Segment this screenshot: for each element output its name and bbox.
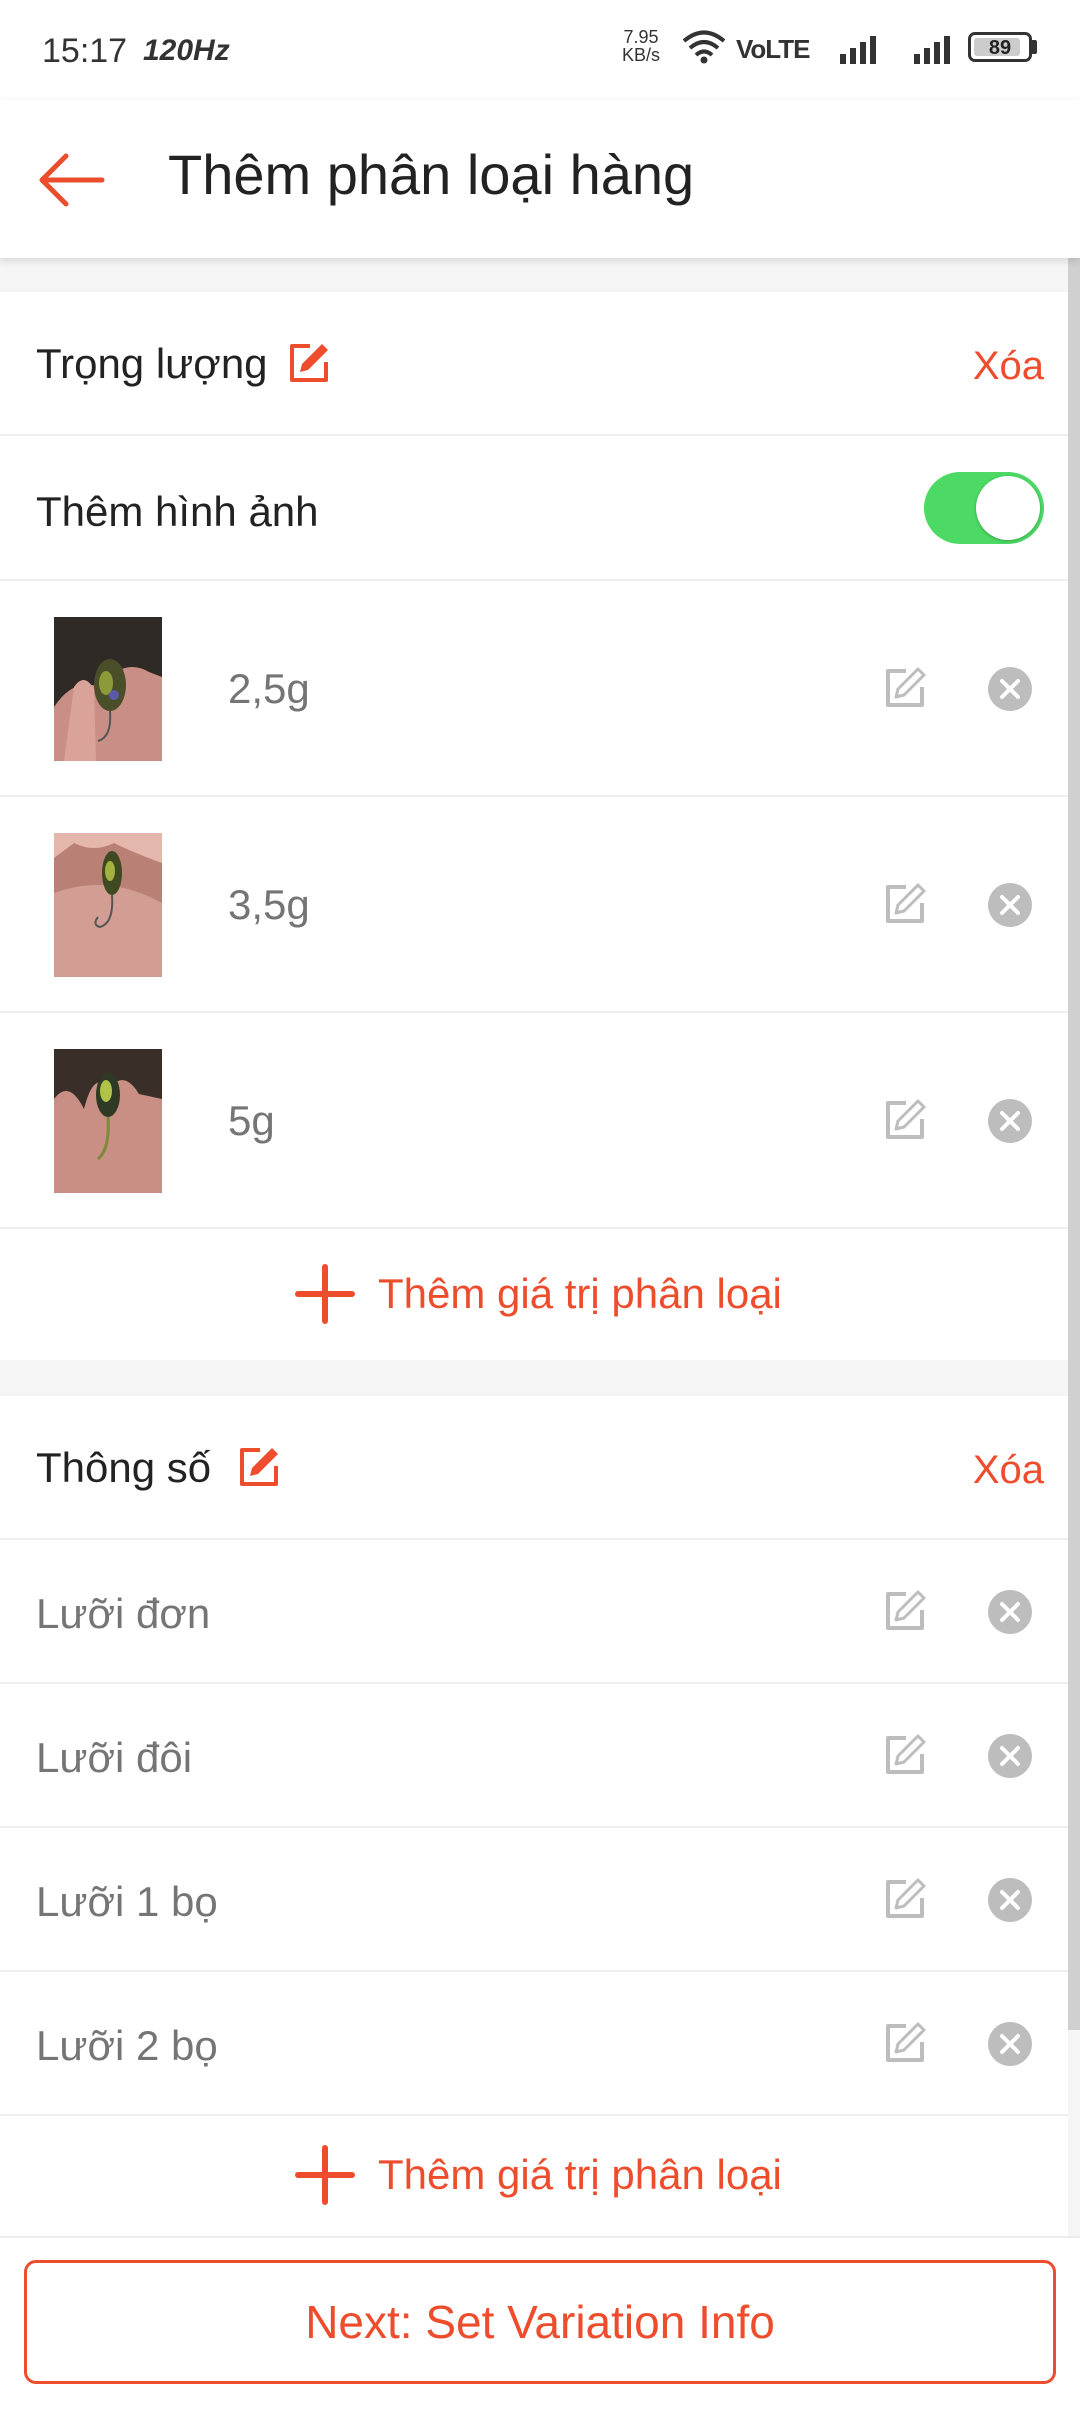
edit-icon[interactable]: [286, 340, 332, 386]
footer: Next: Set Variation Info: [0, 2236, 1080, 2410]
variation-section-weight: Trọng lượng Xóa Thêm hình ảnh 2,5g 3,5g …: [0, 292, 1068, 1360]
option-value: 2,5g: [228, 665, 310, 712]
delete-variation-link[interactable]: Xóa: [973, 1448, 1044, 1493]
battery-tip: [1032, 40, 1037, 54]
option-value: 5g: [228, 1097, 275, 1144]
option-row: Lưỡi đơn: [0, 1540, 1068, 1684]
battery-icon: 89: [968, 32, 1032, 62]
edit-icon[interactable]: [882, 1588, 928, 1634]
add-image-toggle[interactable]: [924, 472, 1044, 544]
option-image[interactable]: [54, 617, 162, 761]
add-option-button[interactable]: Thêm giá trị phân loại: [0, 1229, 1068, 1360]
option-value: Lưỡi 2 bọ: [36, 2022, 218, 2069]
variation-header: Trọng lượng Xóa: [0, 292, 1068, 436]
wifi-icon: [682, 30, 726, 64]
remove-option-icon[interactable]: [986, 881, 1034, 929]
option-row: Lưỡi 1 bọ: [0, 1828, 1068, 1972]
volte-label: VoLTE: [736, 34, 810, 64]
option-image[interactable]: [54, 833, 162, 977]
page-title: Thêm phân loại hàng: [168, 143, 695, 206]
variation-section-spec: Thông số Xóa Lưỡi đơn Lưỡi đôi Lưỡi 1 bọ…: [0, 1396, 1068, 2236]
status-time: 15:17: [42, 32, 128, 70]
toggle-knob: [976, 476, 1040, 540]
remove-option-icon[interactable]: [986, 1588, 1034, 1636]
app-bar: Thêm phân loại hàng: [0, 100, 1080, 258]
option-row: Lưỡi 2 bọ: [0, 1972, 1068, 2116]
add-option-label: Thêm giá trị phân loại: [378, 1270, 782, 1317]
arrow-left-icon[interactable]: [36, 144, 108, 216]
remove-option-icon[interactable]: [986, 1732, 1034, 1780]
edit-icon[interactable]: [882, 1097, 928, 1143]
add-image-label: Thêm hình ảnh: [36, 488, 319, 535]
plus-icon: [295, 2145, 355, 2205]
remove-option-icon[interactable]: [986, 1876, 1034, 1924]
signal-icon: [914, 36, 950, 64]
next-button[interactable]: Next: Set Variation Info: [24, 2260, 1056, 2384]
edit-icon[interactable]: [882, 881, 928, 927]
delete-variation-link[interactable]: Xóa: [973, 344, 1044, 389]
add-image-row: Thêm hình ảnh: [0, 436, 1068, 581]
status-bar: 15:17 120Hz 7.95 KB/s VoLTE 89: [0, 0, 1080, 100]
net-speed: 7.95 KB/s: [622, 27, 661, 65]
option-image[interactable]: [54, 1049, 162, 1193]
option-row: Lưỡi đôi: [0, 1684, 1068, 1828]
battery-level: 89: [988, 37, 1012, 59]
scrollbar[interactable]: [1068, 258, 1080, 2030]
remove-option-icon[interactable]: [986, 1097, 1034, 1145]
remove-option-icon[interactable]: [986, 2020, 1034, 2068]
edit-icon[interactable]: [882, 665, 928, 711]
option-row: 2,5g: [0, 581, 1068, 797]
remove-option-icon[interactable]: [986, 665, 1034, 713]
add-option-button[interactable]: Thêm giá trị phân loại: [0, 2116, 1068, 2236]
add-option-label: Thêm giá trị phân loại: [378, 2151, 782, 2198]
option-row: 3,5g: [0, 797, 1068, 1013]
option-value: 3,5g: [228, 881, 310, 928]
edit-icon[interactable]: [236, 1444, 282, 1490]
plus-icon: [295, 1264, 355, 1324]
option-value: Lưỡi đôi: [36, 1734, 193, 1781]
signal-icon: [840, 36, 876, 64]
edit-icon[interactable]: [882, 1876, 928, 1922]
option-value: Lưỡi đơn: [36, 1590, 211, 1637]
variation-header: Thông số Xóa: [0, 1396, 1068, 1540]
variation-name: Trọng lượng: [36, 340, 268, 387]
option-row: 5g: [0, 1013, 1068, 1229]
edit-icon[interactable]: [882, 2020, 928, 2066]
refresh-rate: 120Hz: [143, 34, 230, 67]
option-value: Lưỡi 1 bọ: [36, 1878, 218, 1925]
edit-icon[interactable]: [882, 1732, 928, 1778]
variation-name: Thông số: [36, 1444, 212, 1491]
